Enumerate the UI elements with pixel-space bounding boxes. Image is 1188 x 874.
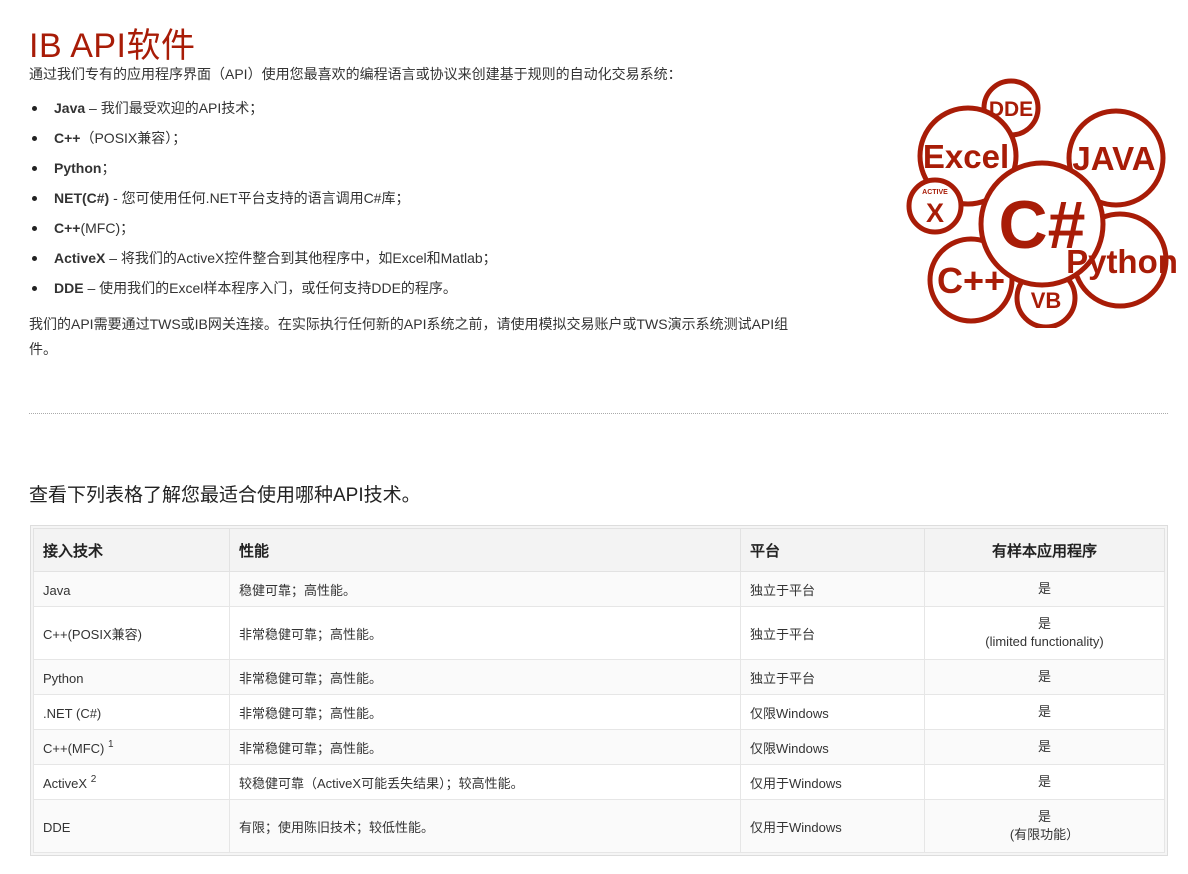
sample-note: (有限功能） xyxy=(1009,827,1080,842)
api-name: C++ xyxy=(54,130,81,146)
api-name: Java xyxy=(54,100,86,116)
api-name: Python xyxy=(54,160,102,176)
table-row: Java 稳健可靠；高性能。 独立于平台 是 xyxy=(33,571,1165,607)
cell-sample: 是 xyxy=(924,659,1165,695)
cell-tech: DDE xyxy=(33,799,230,853)
cell-sample: 是 (limited functionality) xyxy=(924,606,1165,660)
sample-value: 是 xyxy=(1037,809,1051,824)
cell-sample: 是 xyxy=(924,729,1165,765)
header-sample: 有样本应用程序 xyxy=(924,528,1165,572)
cell-tech: C++(MFC) 1 xyxy=(33,729,230,765)
cell-platform: 独立于平台 xyxy=(740,606,925,660)
section-divider xyxy=(29,413,1168,414)
cell-performance: 非常稳健可靠；高性能。 xyxy=(229,694,741,730)
logo-label: VB xyxy=(1031,288,1062,313)
cell-platform: 仅用于Windows xyxy=(740,764,925,800)
logo-label: C++ xyxy=(937,260,1005,301)
list-item: Java – 我们最受欢迎的API技术； xyxy=(32,96,497,126)
cell-tech: C++(POSIX兼容) xyxy=(33,606,230,660)
table-row: Python 非常稳健可靠；高性能。 独立于平台 是 xyxy=(33,659,1165,695)
footnote-ref[interactable]: 1 xyxy=(108,739,114,750)
cell-sample: 是 xyxy=(924,571,1165,607)
logo-label: DDE xyxy=(989,98,1033,121)
sample-value: 是 xyxy=(1037,669,1051,684)
sample-value: 是 xyxy=(1037,616,1051,631)
table-row: ActiveX 2 较稳健可靠（ActiveX可能丢失结果）；较高性能。 仅用于… xyxy=(33,764,1165,800)
api-list: Java – 我们最受欢迎的API技术； C++（POSIX兼容）； Pytho… xyxy=(29,96,497,306)
table-row: .NET (C#) 非常稳健可靠；高性能。 仅限Windows 是 xyxy=(33,694,1165,730)
cell-platform: 独立于平台 xyxy=(740,571,925,607)
logo-label: X xyxy=(926,198,944,228)
logo-label: ACTIVE xyxy=(922,189,948,196)
tech-name: C++(POSIX兼容) xyxy=(43,626,142,642)
tech-name: Java xyxy=(43,582,71,598)
list-item: C++（POSIX兼容）； xyxy=(32,126,497,156)
table-row: C++(POSIX兼容) 非常稳健可靠；高性能。 独立于平台 是 (limited… xyxy=(33,606,1165,660)
cell-tech: .NET (C#) xyxy=(33,694,230,730)
list-item: DDE – 使用我们的Excel样本程序入门，或任何支持DDE的程序。 xyxy=(32,276,497,306)
api-comparison-table: 接入技术 性能 平台 有样本应用程序 Java 稳健可靠；高性能。 独立于平台 … xyxy=(30,525,1168,856)
tech-name: ActiveX xyxy=(43,775,91,791)
sample-value: 是 xyxy=(1037,704,1051,719)
api-desc: - 您可使用任何.NET平台支持的语言调用C#库； xyxy=(109,190,410,206)
cell-sample: 是 (有限功能） xyxy=(924,799,1165,853)
api-name: NET(C#) xyxy=(54,190,110,206)
cell-platform: 仅限Windows xyxy=(740,694,925,730)
sample-value: 是 xyxy=(1037,739,1051,754)
api-desc: – 我们最受欢迎的API技术； xyxy=(85,100,264,116)
cell-sample: 是 xyxy=(924,694,1165,730)
cell-performance: 稳健可靠；高性能。 xyxy=(229,571,741,607)
cell-platform: 仅用于Windows xyxy=(740,799,925,853)
table-caption: 查看下列表格了解您最适合使用哪种API技术。 xyxy=(29,485,421,506)
table-row: DDE 有限；使用陈旧技术；较低性能。 仅用于Windows 是 (有限功能） xyxy=(33,799,1165,853)
api-name: C++ xyxy=(54,220,81,236)
logo-label: JAVA xyxy=(1072,140,1155,177)
api-logo: DDE Excel JAVA ACTIVE X C# Python C++ VB xyxy=(906,78,1178,328)
logo-label: Python xyxy=(1066,243,1178,280)
cell-performance: 有限；使用陈旧技术；较低性能。 xyxy=(229,799,741,853)
footnote-ref[interactable]: 2 xyxy=(91,774,97,785)
cell-performance: 非常稳健可靠；高性能。 xyxy=(229,606,741,660)
api-desc: – 将我们的ActiveX控件整合到其他程序中，如Excel和Matlab； xyxy=(105,250,497,266)
logo-label: Excel xyxy=(923,138,1009,175)
api-name: DDE xyxy=(54,280,84,296)
sample-note: (limited functionality) xyxy=(985,634,1104,649)
cell-performance: 非常稳健可靠；高性能。 xyxy=(229,729,741,765)
intro-text: 通过我们专有的应用程序界面（API）使用您最喜欢的编程语言或协议来创建基于规则的… xyxy=(29,66,682,82)
cell-platform: 独立于平台 xyxy=(740,659,925,695)
sample-value: 是 xyxy=(1037,581,1051,596)
tech-name: C++(MFC) xyxy=(43,740,108,756)
tech-name: Python xyxy=(43,670,84,686)
cell-tech: ActiveX 2 xyxy=(33,764,230,800)
cell-performance: 非常稳健可靠；高性能。 xyxy=(229,659,741,695)
header-performance: 性能 xyxy=(229,528,741,572)
sample-value: 是 xyxy=(1037,774,1051,789)
cell-tech: Java xyxy=(33,571,230,607)
api-desc: (MFC)； xyxy=(80,220,135,236)
tech-name: .NET (C#) xyxy=(43,705,102,721)
api-name: ActiveX xyxy=(54,250,106,266)
api-desc: – 使用我们的Excel样本程序入门，或任何支持DDE的程序。 xyxy=(83,280,457,296)
cell-performance: 较稳健可靠（ActiveX可能丢失结果）；较高性能。 xyxy=(229,764,741,800)
cell-platform: 仅限Windows xyxy=(740,729,925,765)
note-text: 我们的API需要通过TWS或IB网关连接。在实际执行任何新的API系统之前，请使… xyxy=(29,316,789,357)
cell-tech: Python xyxy=(33,659,230,695)
page-title: IB API软件 xyxy=(29,27,196,65)
table-row: C++(MFC) 1 非常稳健可靠；高性能。 仅限Windows 是 xyxy=(33,729,1165,765)
header-platform: 平台 xyxy=(740,528,925,572)
list-item: NET(C#) - 您可使用任何.NET平台支持的语言调用C#库； xyxy=(32,186,497,216)
header-tech: 接入技术 xyxy=(33,528,230,572)
list-item: ActiveX – 将我们的ActiveX控件整合到其他程序中，如Excel和M… xyxy=(32,246,497,276)
api-desc: （POSIX兼容）； xyxy=(80,130,187,146)
cell-sample: 是 xyxy=(924,764,1165,800)
list-item: C++(MFC)； xyxy=(32,216,497,246)
tech-name: DDE xyxy=(43,819,71,835)
api-desc: ； xyxy=(101,160,116,176)
table-header-row: 接入技术 性能 平台 有样本应用程序 xyxy=(33,528,1165,572)
list-item: Python； xyxy=(32,156,497,186)
